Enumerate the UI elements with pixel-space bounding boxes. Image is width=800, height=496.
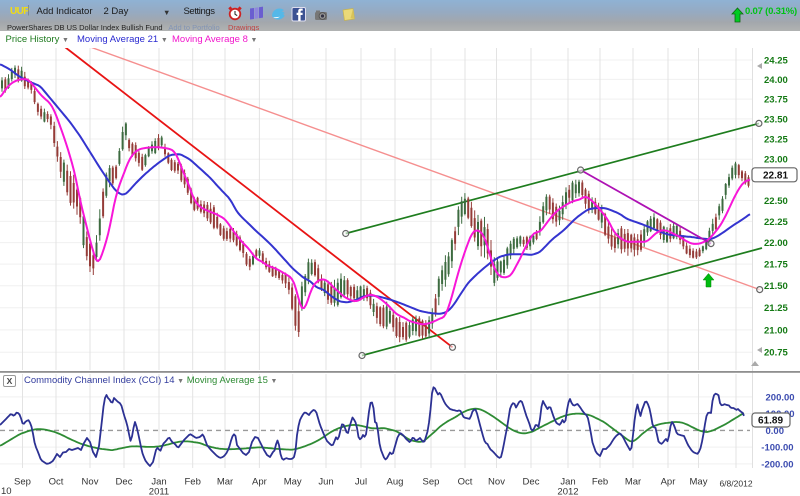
svg-text:May: May (690, 477, 708, 488)
svg-text:22.00: 22.00 (764, 238, 788, 249)
svg-text:20.75: 20.75 (764, 348, 788, 359)
svg-text:Feb: Feb (592, 477, 608, 488)
svg-text:200.00: 200.00 (766, 392, 795, 403)
svg-text:6/8/2012: 6/8/2012 (719, 479, 752, 489)
svg-text:Apr: Apr (252, 477, 267, 488)
svg-text:2011: 2011 (149, 487, 169, 496)
svg-text:Oct: Oct (458, 477, 473, 488)
svg-text:21.00: 21.00 (764, 325, 788, 336)
svg-text:24.00: 24.00 (764, 75, 788, 86)
svg-text:23.25: 23.25 (764, 134, 788, 145)
svg-text:Nov: Nov (488, 477, 505, 488)
svg-text:May: May (284, 477, 302, 488)
svg-text:Apr: Apr (661, 477, 676, 488)
svg-text:-200.00: -200.00 (761, 459, 793, 470)
svg-text:Jun: Jun (318, 477, 333, 488)
svg-text:Mar: Mar (217, 477, 233, 488)
svg-text:Jul: Jul (355, 477, 367, 488)
svg-text:22.81: 22.81 (763, 170, 788, 181)
svg-text:21.50: 21.50 (764, 281, 788, 292)
svg-text:Oct: Oct (49, 477, 64, 488)
svg-text:23.00: 23.00 (764, 155, 788, 166)
svg-text:23.75: 23.75 (764, 95, 788, 106)
svg-text:Dec: Dec (523, 477, 540, 488)
svg-text:22.25: 22.25 (764, 217, 788, 228)
svg-text:Feb: Feb (185, 477, 201, 488)
svg-text:23.50: 23.50 (764, 114, 788, 125)
svg-text:21.75: 21.75 (764, 260, 788, 271)
svg-text:10: 10 (1, 486, 12, 496)
svg-text:61.89: 61.89 (758, 416, 783, 427)
svg-text:Sep: Sep (14, 477, 31, 488)
svg-text:Aug: Aug (387, 477, 404, 488)
svg-text:Dec: Dec (116, 477, 133, 488)
svg-text:-100.00: -100.00 (761, 443, 793, 454)
svg-text:Nov: Nov (82, 477, 99, 488)
svg-text:22.50: 22.50 (764, 196, 788, 207)
svg-text:21.25: 21.25 (764, 303, 788, 314)
svg-text:24.25: 24.25 (764, 55, 788, 66)
svg-text:Sep: Sep (423, 477, 440, 488)
svg-text:Mar: Mar (625, 477, 641, 488)
svg-text:2012: 2012 (557, 487, 578, 496)
